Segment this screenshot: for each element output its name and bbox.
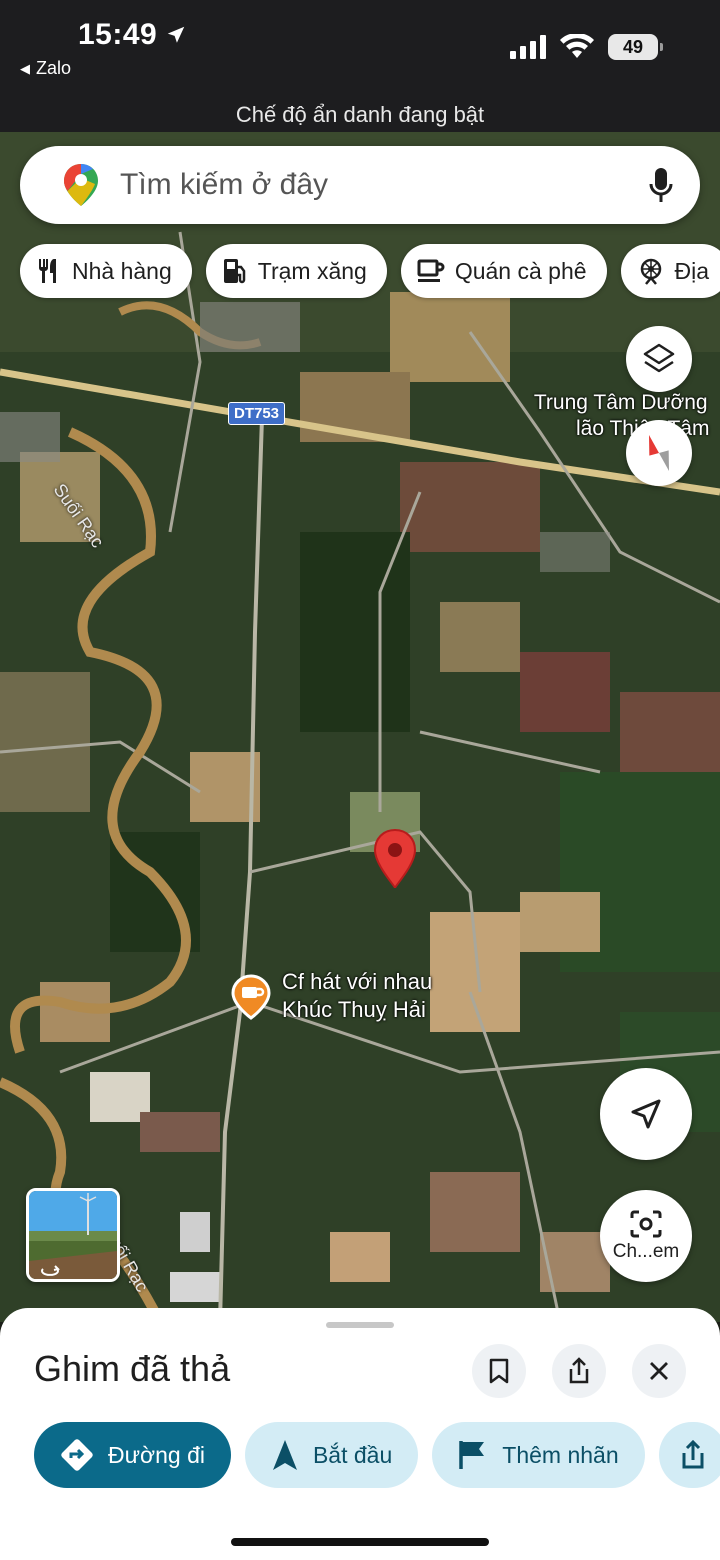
road-shield-dt753: DT753	[228, 402, 286, 425]
share-button[interactable]	[552, 1344, 606, 1398]
bottom-sheet: Ghim đã thả Đường đi Bắt đầu Thêm nhãn	[0, 1308, 720, 1560]
chip-coffee[interactable]: Quán cà phê	[400, 244, 607, 298]
directions-button[interactable]: Đường đi	[34, 1422, 231, 1488]
close-icon	[650, 1362, 668, 1380]
category-chips: Nhà hàng Trạm xăng Quán cà phê Địa	[20, 244, 720, 298]
incognito-banner: Chế độ ẩn danh đang bật	[235, 102, 485, 127]
time-text: 15:49	[78, 18, 158, 51]
back-triangle-icon: ◀	[20, 60, 30, 76]
cafe-label-line1: Cf hát với nhau	[282, 969, 433, 994]
chip-restaurants[interactable]: Nhà hàng	[20, 244, 192, 298]
navigation-arrow-icon	[272, 1440, 297, 1470]
add-label-button[interactable]: Thêm nhãn	[432, 1422, 645, 1488]
share-icon	[682, 1440, 704, 1469]
chip-label: Trạm xăng	[257, 257, 367, 284]
cafe-pin-icon[interactable]	[231, 974, 271, 1020]
flag-icon	[459, 1441, 485, 1469]
more-share-button[interactable]	[658, 1422, 720, 1488]
camera-lens-icon	[630, 1210, 662, 1238]
cafe-label[interactable]: Cf hát với nhau Khúc Thuỵ Hải	[282, 968, 432, 1024]
street-view-preview	[29, 1191, 117, 1279]
layers-icon	[643, 343, 675, 373]
google-maps-logo-icon	[64, 164, 98, 206]
status-indicators: 49	[510, 34, 663, 60]
save-button[interactable]	[472, 1344, 526, 1398]
battery-indicator: 49	[608, 34, 663, 60]
close-button[interactable]	[632, 1344, 686, 1398]
lens-button[interactable]: Ch...em	[600, 1190, 692, 1282]
location-arrow-outline-icon	[631, 1099, 661, 1129]
battery-level: 49	[622, 36, 644, 57]
location-arrow-icon	[167, 26, 185, 43]
search-input[interactable]: Tìm kiếm ở đây	[120, 168, 328, 202]
directions-label: Đường đi	[108, 1441, 205, 1468]
back-app-label: Zalo	[36, 58, 72, 78]
add-label-label: Thêm nhãn	[502, 1441, 619, 1468]
dropped-pin-icon[interactable]	[372, 828, 418, 890]
microphone-icon[interactable]	[648, 166, 674, 204]
status-bar: 15:49 ◀ Zalo 49 Chế độ ẩn danh đang bật	[0, 0, 720, 132]
compass-button[interactable]	[626, 420, 692, 486]
attraction-icon	[640, 258, 661, 285]
poi-label-line1: Trung Tâm Dưỡng	[533, 391, 708, 414]
action-buttons: Đường đi Bắt đầu Thêm nhãn	[34, 1422, 720, 1488]
sheet-title: Ghim đã thả	[34, 1348, 231, 1389]
cafe-label-line2: Khúc Thuỵ Hải	[282, 997, 426, 1022]
fork-knife-icon	[39, 259, 56, 283]
chip-label: Nhà hàng	[72, 257, 172, 284]
chip-attractions[interactable]: Địa	[620, 244, 720, 298]
cellular-signal-icon	[510, 35, 546, 59]
bookmark-icon	[489, 1358, 509, 1384]
start-label: Bắt đầu	[312, 1441, 393, 1468]
wifi-icon	[560, 34, 594, 58]
start-button[interactable]: Bắt đầu	[244, 1422, 419, 1488]
back-to-app-button[interactable]: ◀ Zalo	[20, 58, 71, 79]
lens-label: Ch...em	[612, 1241, 680, 1262]
chip-gas-stations[interactable]: Trạm xăng	[205, 244, 387, 298]
chip-label: Quán cà phê	[454, 257, 587, 284]
search-bar[interactable]: Tìm kiếm ở đây	[20, 146, 700, 224]
drag-handle[interactable]	[326, 1322, 394, 1328]
layers-button[interactable]	[626, 326, 692, 392]
my-location-button[interactable]	[600, 1068, 692, 1160]
compass-icon	[648, 434, 670, 472]
status-time: 15:49	[78, 18, 187, 52]
share-icon	[569, 1357, 589, 1384]
coffee-cup-icon	[417, 259, 445, 282]
street-view-thumbnail[interactable]	[26, 1188, 120, 1282]
directions-icon	[61, 1439, 93, 1471]
chip-label: Địa	[674, 257, 710, 284]
home-indicator[interactable]	[231, 1538, 489, 1546]
gas-pump-icon	[223, 259, 245, 284]
